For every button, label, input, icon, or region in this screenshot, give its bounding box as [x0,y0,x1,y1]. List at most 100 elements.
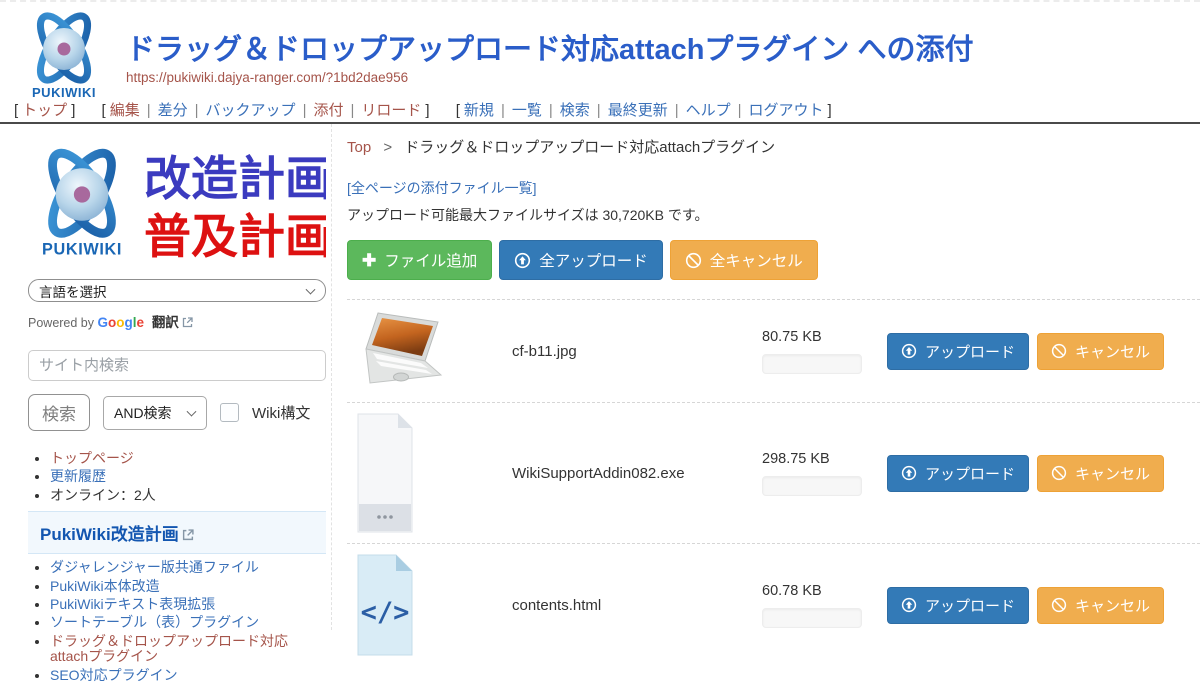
file-name: WikiSupportAddin082.exe [512,465,762,482]
upload-file-list: cf-b11.jpg 80.75 KB アップロード キャンセル [347,299,1200,666]
cancel-label: キャンセル [1075,595,1150,616]
sidebar: 改造計画 普及計画 言語を選択 Powered by Google 翻訳 検索 … [28,135,326,686]
upload-button[interactable]: アップロード [887,455,1029,492]
nav-link-top[interactable]: トップ [22,102,67,119]
nav-group-site: [新規|一覧|検索|最終更新|ヘルプ|ログアウト] [452,102,836,119]
site-search-input[interactable] [28,350,326,381]
add-files-button[interactable]: ✚ ファイル追加 [347,240,492,280]
nav-link-diff[interactable]: 差分 [158,102,188,119]
cancel-button[interactable]: キャンセル [1037,587,1164,624]
nav-link-help[interactable]: ヘルプ [686,102,731,119]
nav-group-page: [編集|差分|バックアップ|添付|リロード] [98,102,434,119]
sidebar-logo[interactable]: 改造計画 普及計画 [28,135,326,265]
google-translate-link[interactable]: 翻訳 [152,315,179,330]
sidebar-link-sort-table[interactable]: ソートテーブル（表）プラグイン [50,614,259,630]
language-select[interactable]: 言語を選択 [28,279,326,302]
upload-all-button[interactable]: 全アップロード [499,240,663,280]
external-link-icon [182,529,194,541]
separator: | [738,102,742,119]
sidebar-list-plugins: ダジャレンジャー版共通ファイル PukiWiki本体改造 PukiWikiテキス… [28,560,326,683]
upload-button[interactable]: アップロード [887,333,1029,370]
sidebar-heading-link[interactable]: PukiWiki改造計画 [40,525,179,544]
logo-line1: 改造計画 [144,152,326,205]
upload-circle-icon [514,252,531,269]
ban-circle-icon [1051,343,1067,359]
file-thumbnail [347,309,512,393]
list-item: トップページ [50,451,326,466]
search-mode-value: AND検索 [114,403,172,423]
list-item: ダジャレンジャー版共通ファイル [50,560,326,575]
cancel-button[interactable]: キャンセル [1037,455,1164,492]
upload-label: アップロード [925,463,1015,484]
pukiwiki-atom-icon[interactable] [24,8,104,102]
breadcrumb-separator: > [383,139,392,156]
upload-button[interactable]: アップロード [887,587,1029,624]
file-thumbnail: </> [347,553,512,657]
wiki-syntax-label: Wiki構文 [252,402,310,423]
search-button[interactable]: 検索 [28,394,90,431]
nav-group-top: [トップ] [10,102,79,119]
sidebar-link-text-ext[interactable]: PukiWikiテキスト表現拡張 [50,596,215,612]
sidebar-link-history[interactable]: 更新履歴 [50,468,106,484]
all-attachments-link[interactable]: [全ページの添付ファイル一覧] [347,178,537,198]
sidebar-link-toppage[interactable]: トップページ [50,450,134,466]
file-size: 80.75 KB [762,329,867,345]
breadcrumb-home-link[interactable]: Top [347,139,371,156]
generic-file-icon [356,412,414,534]
online-count: オンライン：2人 [50,487,156,503]
nav-link-list[interactable]: 一覧 [512,102,542,119]
upload-all-label: 全アップロード [539,249,648,271]
separator: | [597,102,601,119]
search-mode-select[interactable]: AND検索 [103,396,207,430]
file-actions: アップロード キャンセル [887,455,1164,492]
logo-line2: 普及計画 [144,210,326,263]
breadcrumb-current: ドラッグ＆ドロップアップロード対応attachプラグイン [404,139,775,156]
google-letter: g [125,315,133,330]
separator: | [675,102,679,119]
upload-circle-icon [901,465,917,481]
cancel-label: キャンセル [1075,341,1150,362]
list-item: PukiWiki本体改造 [50,579,326,594]
nav-link-new[interactable]: 新規 [464,102,494,119]
bracket: ] [425,102,429,119]
cancel-button[interactable]: キャンセル [1037,333,1164,370]
separator: | [501,102,505,119]
upload-label: アップロード [925,595,1015,616]
nav-link-logout[interactable]: ログアウト [749,102,824,119]
google-letter: e [137,315,145,330]
list-item: 更新履歴 [50,469,326,484]
powered-by-google: Powered by Google 翻訳 [28,311,326,331]
sidebar-link-seo[interactable]: SEO対応プラグイン [50,667,178,683]
nav-link-reload[interactable]: リロード [361,102,421,119]
sidebar-list-top: トップページ 更新履歴 オンライン：2人 [28,451,326,503]
list-item: オンライン：2人 [50,488,326,503]
file-size-cell: 298.75 KB [762,451,867,496]
separator: | [303,102,307,119]
main-content: Top > ドラッグ＆ドロップアップロード対応attachプラグイン [全ページ… [331,124,1200,630]
page-url: https://pukiwiki.dajya-ranger.com/?1bd2d… [126,70,408,85]
ban-circle-icon [1051,465,1067,481]
nav-link-backup[interactable]: バックアップ [206,102,296,119]
nav-link-edit[interactable]: 編集 [110,102,140,119]
nav-link-recent[interactable]: 最終更新 [608,102,668,119]
separator: | [350,102,354,119]
upload-circle-icon [901,597,917,613]
upload-label: アップロード [925,341,1015,362]
page-title: ドラッグ＆ドロップアップロード対応attachプラグイン への添付 [126,26,973,68]
nav-link-attach[interactable]: 添付 [313,102,343,119]
separator: | [147,102,151,119]
ban-circle-icon [685,252,702,269]
sidebar-link-core-mod[interactable]: PukiWiki本体改造 [50,578,160,594]
powered-prefix: Powered by [28,316,94,330]
laptop-photo-thumbnail [356,309,448,393]
max-upload-size-text: アップロード可能最大ファイルサイズは 30,720KB です。 [347,205,1200,225]
wiki-syntax-checkbox[interactable] [220,403,239,422]
file-thumbnail [347,412,512,534]
chevron-down-icon [187,406,197,416]
sidebar-link-dnd-attach[interactable]: ドラッグ＆ドロップアップロード対応attachプラグイン [50,633,288,664]
file-size-cell: 80.75 KB [762,329,867,374]
cancel-all-button[interactable]: 全キャンセル [670,240,818,280]
nav-link-search[interactable]: 検索 [560,102,590,119]
sidebar-link-common-files[interactable]: ダジャレンジャー版共通ファイル [50,559,259,575]
bracket: [ [14,102,18,119]
